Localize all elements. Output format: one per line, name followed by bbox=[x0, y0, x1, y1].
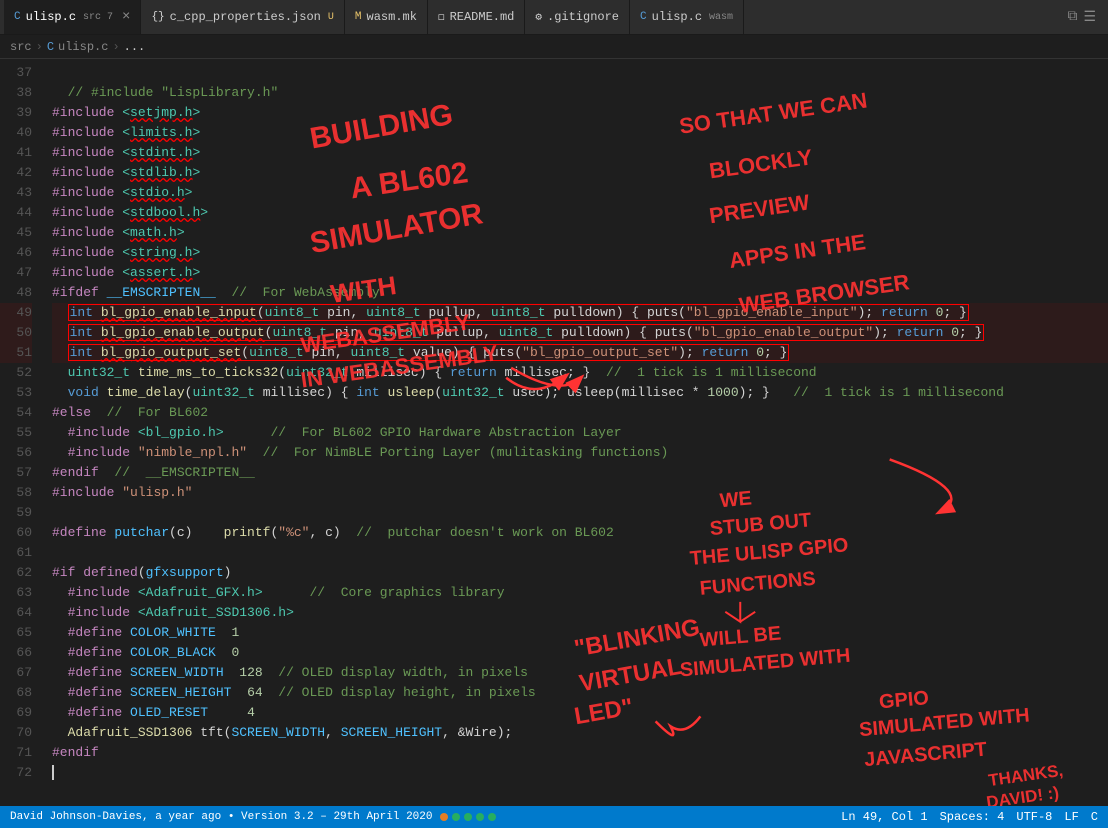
split-editor-btn[interactable]: ⧉ bbox=[1067, 9, 1077, 26]
tab-gitignore[interactable]: ⚙ .gitignore bbox=[525, 0, 630, 35]
code-container: 37383940 41424344 45464748 49 50 51 5253… bbox=[0, 59, 1108, 806]
tab-readme[interactable]: ◻ README.md bbox=[428, 0, 525, 35]
code-line bbox=[52, 503, 1108, 523]
tab-close-btn[interactable]: × bbox=[122, 9, 130, 25]
line-ending: LF bbox=[1064, 810, 1078, 824]
code-line: #if defined(gfxsupport) bbox=[52, 563, 1108, 583]
code-line: // #include "LispLibrary.h" bbox=[52, 83, 1108, 103]
code-line: #include "nimble_npl.h" // For NimBLE Po… bbox=[52, 443, 1108, 463]
code-line: #else // For BL602 bbox=[52, 403, 1108, 423]
code-line: #include "ulisp.h" bbox=[52, 483, 1108, 503]
git-status: David Johnson-Davies, a year ago • Versi… bbox=[10, 811, 432, 823]
tab-actions: ⧉ ☰ bbox=[1067, 9, 1104, 26]
tab-c-cpp-props[interactable]: {} c_cpp_properties.json U bbox=[141, 0, 344, 35]
code-line bbox=[52, 63, 1108, 83]
code-line: #include <stdio.h> bbox=[52, 183, 1108, 203]
tab-wasm-mk[interactable]: M wasm.mk bbox=[345, 0, 428, 35]
code-line: uint32_t time_ms_to_ticks32(uint32_t mil… bbox=[52, 363, 1108, 383]
code-line: int bl_gpio_enable_input(uint8_t pin, ui… bbox=[52, 303, 1108, 323]
code-line: #include <Adafruit_SSD1306.h> bbox=[52, 603, 1108, 623]
code-line: #include <string.h> bbox=[52, 243, 1108, 263]
tab-icon-git: ⚙ bbox=[535, 10, 542, 24]
dot-2 bbox=[452, 813, 460, 821]
code-line: #include <stdint.h> bbox=[52, 143, 1108, 163]
tab-icon-c: C bbox=[14, 11, 21, 23]
tab-dirty: U bbox=[328, 12, 334, 23]
dot-5 bbox=[488, 813, 496, 821]
tab-badge: src 7 bbox=[83, 12, 113, 23]
tab-icon-readme: ◻ bbox=[438, 10, 445, 24]
tab-icon-m: M bbox=[355, 11, 362, 23]
code-line bbox=[52, 763, 1108, 783]
code-line: #include <stdbool.h> bbox=[52, 203, 1108, 223]
encoding: UTF-8 bbox=[1016, 810, 1052, 824]
tab-label: .gitignore bbox=[547, 10, 619, 24]
code-line: #include <setjmp.h> bbox=[52, 103, 1108, 123]
code-content[interactable]: // #include "LispLibrary.h" #include <se… bbox=[42, 59, 1108, 806]
code-line: Adafruit_SSD1306 tft(SCREEN_WIDTH, SCREE… bbox=[52, 723, 1108, 743]
code-line: #define SCREEN_HEIGHT 64 // OLED display… bbox=[52, 683, 1108, 703]
tab-icon-c2: C bbox=[640, 11, 647, 23]
code-line: #define COLOR_BLACK 0 bbox=[52, 643, 1108, 663]
tab-badge2: wasm bbox=[709, 12, 733, 23]
code-line: #include <Adafruit_GFX.h> // Core graphi… bbox=[52, 583, 1108, 603]
code-line: #include <assert.h> bbox=[52, 263, 1108, 283]
code-line: int bl_gpio_enable_output(uint8_t pin, u… bbox=[52, 323, 1108, 343]
dot-4 bbox=[476, 813, 484, 821]
breadcrumb-file[interactable]: ulisp.c bbox=[58, 40, 108, 54]
tab-label: c_cpp_properties.json bbox=[170, 10, 321, 24]
tab-icon-json: {} bbox=[151, 11, 164, 23]
tab-bar: C ulisp.c src 7 × {} c_cpp_properties.js… bbox=[0, 0, 1108, 35]
code-line: #include <stdlib.h> bbox=[52, 163, 1108, 183]
language-mode[interactable]: C bbox=[1091, 810, 1098, 824]
code-line: #include <bl_gpio.h> // For BL602 GPIO H… bbox=[52, 423, 1108, 443]
dot-3 bbox=[464, 813, 472, 821]
cursor-position: Ln 49, Col 1 bbox=[841, 810, 927, 824]
code-line: void time_delay(uint32_t millisec) { int… bbox=[52, 383, 1108, 403]
code-line: #endif // __EMSCRIPTEN__ bbox=[52, 463, 1108, 483]
tab-label: ulisp.c bbox=[26, 10, 76, 24]
code-line: #define OLED_RESET 4 bbox=[52, 703, 1108, 723]
breadcrumb-symbol[interactable]: ... bbox=[124, 40, 146, 54]
more-actions-btn[interactable]: ☰ bbox=[1083, 9, 1096, 26]
code-line: #define putchar(c) printf("%c", c) // pu… bbox=[52, 523, 1108, 543]
breadcrumb: src › C ulisp.c › ... bbox=[0, 35, 1108, 59]
tab-ulisp-src[interactable]: C ulisp.c src 7 × bbox=[4, 0, 141, 35]
code-line: #endif bbox=[52, 743, 1108, 763]
breadcrumb-src[interactable]: src bbox=[10, 40, 32, 54]
breadcrumb-c: C bbox=[47, 40, 54, 54]
status-right: Ln 49, Col 1 Spaces: 4 UTF-8 LF C bbox=[841, 810, 1098, 824]
status-bar: David Johnson-Davies, a year ago • Versi… bbox=[0, 806, 1108, 828]
code-line: #include <limits.h> bbox=[52, 123, 1108, 143]
code-line: #define COLOR_WHITE 1 bbox=[52, 623, 1108, 643]
editor-window: C ulisp.c src 7 × {} c_cpp_properties.js… bbox=[0, 0, 1108, 828]
tab-ulisp-wasm[interactable]: C ulisp.c wasm bbox=[630, 0, 744, 35]
code-line: int bl_gpio_output_set(uint8_t pin, uint… bbox=[52, 343, 1108, 363]
tab-label: ulisp.c bbox=[652, 10, 702, 24]
code-line: #define SCREEN_WIDTH 128 // OLED display… bbox=[52, 663, 1108, 683]
code-line: #ifdef __EMSCRIPTEN__ // For WebAssembly bbox=[52, 283, 1108, 303]
line-numbers: 37383940 41424344 45464748 49 50 51 5253… bbox=[0, 59, 42, 806]
dot-1 bbox=[440, 813, 448, 821]
tab-label: README.md bbox=[450, 10, 515, 24]
tab-label: wasm.mk bbox=[367, 10, 417, 24]
code-line: #include <math.h> bbox=[52, 223, 1108, 243]
indentation: Spaces: 4 bbox=[940, 810, 1005, 824]
status-dots bbox=[440, 813, 496, 821]
code-line bbox=[52, 543, 1108, 563]
